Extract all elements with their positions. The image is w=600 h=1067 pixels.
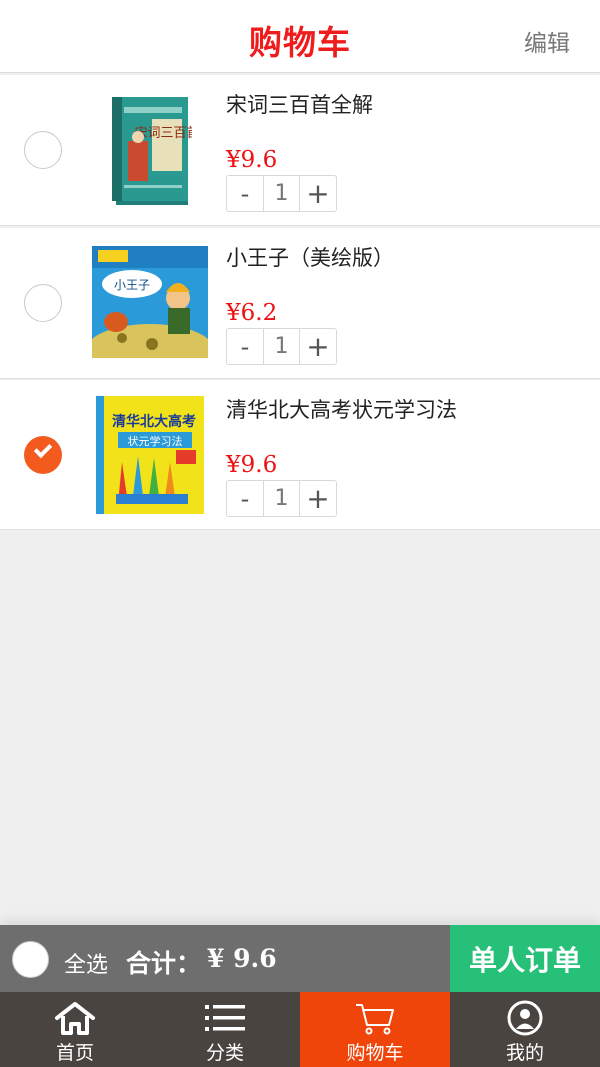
total-label: 合计： [126, 949, 202, 978]
cart-icon [356, 1004, 394, 1035]
check-icon [33, 439, 53, 459]
tab-label: 分类 [205, 1042, 244, 1064]
tab-mine[interactable]: 我的 [450, 992, 600, 1067]
item-checkbox[interactable] [24, 131, 62, 169]
tab-home[interactable]: 首页 [0, 992, 150, 1067]
svg-text:小王子: 小王子 [114, 278, 150, 292]
home-icon [55, 1002, 95, 1035]
total-amount: ¥ 9.6 [207, 944, 277, 973]
list-icon [205, 1005, 245, 1031]
quantity-value[interactable]: 1 [263, 481, 300, 516]
svg-text:清华北大高考: 清华北大高考 [112, 413, 196, 430]
item-price: ¥6.2 [226, 300, 278, 326]
quantity-value[interactable]: 1 [263, 329, 300, 364]
checkout-bar: 全选 合计： ¥ 9.6 单人订单 [0, 925, 600, 992]
user-icon [507, 1000, 543, 1036]
edit-button[interactable]: 编辑 [524, 24, 570, 58]
single-order-button[interactable]: 单人订单 [450, 925, 600, 992]
cart-item: 宋词三百首 宋词三百首全解 ¥9.6 - 1 + [0, 75, 600, 226]
quantity-stepper: - 1 + [226, 480, 337, 517]
decrease-button[interactable]: - [227, 176, 263, 211]
item-price: ¥9.6 [226, 147, 278, 173]
tab-category[interactable]: 分类 [150, 992, 300, 1067]
top-header: 购物车 编辑 [0, 0, 600, 73]
decrease-button[interactable]: - [227, 481, 263, 516]
select-all-label[interactable]: 全选 [64, 947, 108, 979]
item-checkbox[interactable] [24, 284, 62, 322]
increase-button[interactable]: + [300, 329, 336, 364]
increase-button[interactable]: + [300, 176, 336, 211]
page-title: 购物车 [249, 23, 351, 62]
book-cover-image[interactable]: 宋词三百首 [112, 97, 192, 207]
select-all-checkbox[interactable] [12, 941, 49, 978]
bottom-tab-bar: 首页 分类 购物车 我的 [0, 992, 600, 1067]
svg-text:状元学习法: 状元学习法 [128, 434, 183, 448]
quantity-stepper: - 1 + [226, 328, 337, 365]
tab-label: 首页 [55, 1042, 94, 1064]
item-name[interactable]: 小王子（美绘版） [226, 242, 394, 272]
item-checkbox-checked[interactable] [24, 436, 62, 474]
book-cover-image[interactable]: 小王子 [92, 246, 208, 358]
decrease-button[interactable]: - [227, 329, 263, 364]
quantity-value[interactable]: 1 [263, 176, 300, 211]
tab-label: 我的 [505, 1042, 544, 1064]
item-name[interactable]: 宋词三百首全解 [226, 89, 373, 119]
book-cover-image[interactable]: 清华北大高考 状元学习法 [96, 396, 204, 514]
cart-item: 清华北大高考 状元学习法 清华北大高考状元学习法 ¥9.6 - 1 + [0, 380, 600, 530]
tab-label: 购物车 [346, 1042, 404, 1064]
quantity-stepper: - 1 + [226, 175, 337, 212]
cart-item: 小王子 小王子（美绘版） ¥6.2 - 1 + [0, 228, 600, 379]
item-price: ¥9.6 [226, 452, 278, 478]
tab-cart[interactable]: 购物车 [300, 992, 450, 1067]
item-name[interactable]: 清华北大高考状元学习法 [226, 394, 457, 424]
increase-button[interactable]: + [300, 481, 336, 516]
